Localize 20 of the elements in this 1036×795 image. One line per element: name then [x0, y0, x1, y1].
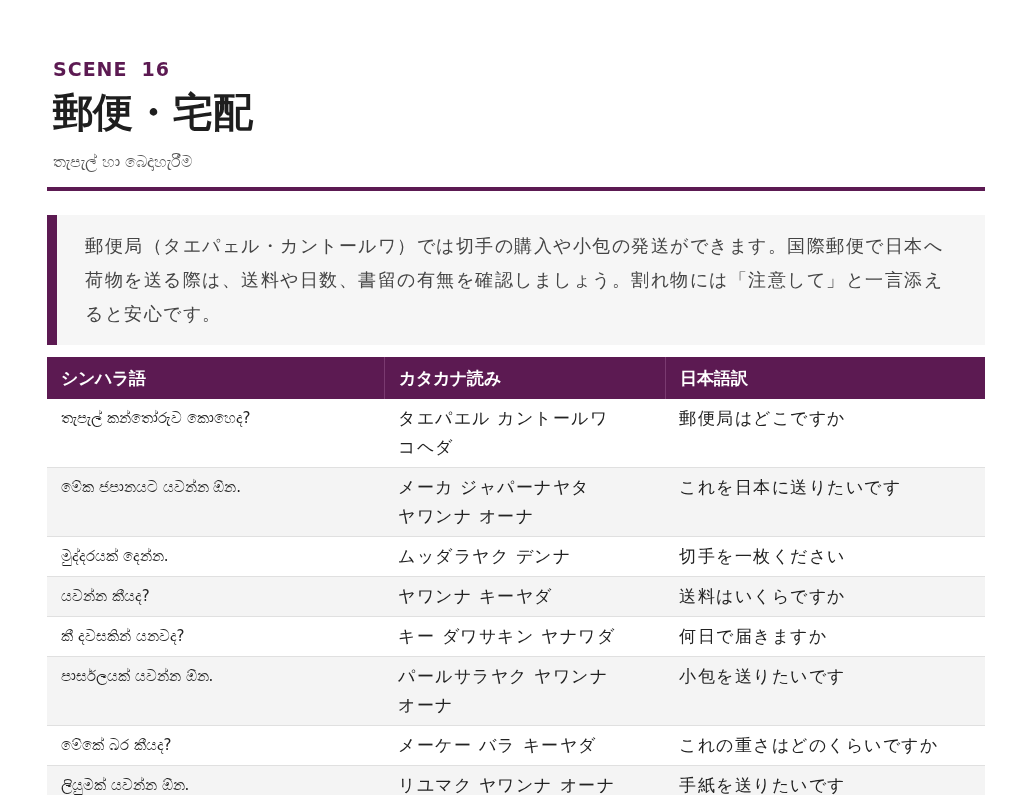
- scene-label: SCENE: [53, 58, 128, 80]
- table-cell: 小包を送りたいです: [665, 657, 985, 726]
- table-cell: リユマク ヤワンナ オーナ: [384, 766, 665, 795]
- table-cell: メーカ ジャパーナヤタ ヤワンナ オーナ: [384, 468, 665, 537]
- table-cell: 手紙を送りたいです: [665, 766, 985, 795]
- table-cell: 送料はいくらですか: [665, 577, 985, 617]
- intro-note: 郵便局（タエパェル・カントールワ）では切手の購入や小包の発送ができます。国際郵便で日本へ荷物を送る際は、送料や日数、書留の有無を確認しましょう。割れ物には「注意して」と一言添えると安心です。: [47, 215, 985, 345]
- table-cell: これを日本に送りたいです: [665, 468, 985, 537]
- table-cell: යවන්න කීයද?: [47, 577, 384, 617]
- scene-number: 16: [141, 58, 170, 80]
- table-cell: පාර්සලයක් යවන්න ඕන.: [47, 657, 384, 726]
- table-cell: ලියුමක් යවන්න ඕන.: [47, 766, 384, 795]
- column-header: カタカナ読み: [384, 357, 665, 399]
- column-header: 日本語訳: [665, 357, 985, 399]
- subtitle: තැපැල් හා බෙදාහැරීම: [53, 152, 195, 171]
- table-cell: パールサラヤク ヤワンナ オーナ: [384, 657, 665, 726]
- column-header: シンハラ語: [47, 357, 384, 399]
- page-title: 郵便・宅配: [53, 88, 254, 136]
- table-cell: ヤワンナ キーヤダ: [384, 577, 665, 617]
- table-cell: මේක ජපානයට යවන්න ඕන.: [47, 468, 384, 537]
